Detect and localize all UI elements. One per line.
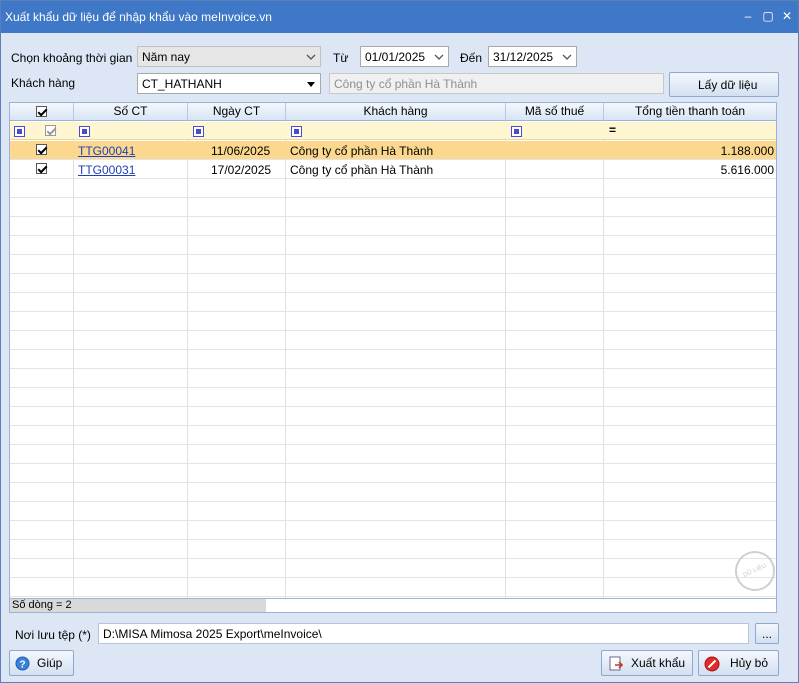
period-label: Chọn khoảng thời gian	[11, 51, 133, 65]
export-icon	[609, 656, 624, 671]
filter-operator-icon[interactable]	[14, 126, 25, 137]
empty-row	[10, 236, 776, 255]
ngay-ct-cell: 11/06/2025	[211, 144, 271, 158]
save-path-label: Nơi lưu tệp (*)	[15, 628, 91, 642]
from-label: Từ	[333, 51, 349, 65]
empty-row	[10, 369, 776, 388]
from-date-input[interactable]: 01/01/2025	[360, 46, 449, 67]
minimize-icon[interactable]: –	[741, 9, 755, 23]
khach-hang-cell: Công ty cổ phần Hà Thành	[290, 144, 434, 158]
row-count: Số dòng = 2	[10, 599, 266, 612]
maximize-icon[interactable]: ▢	[761, 9, 775, 23]
customer-code-value: CT_HATHANH	[142, 77, 222, 91]
table-row[interactable]: TTG00031 17/02/2025 Công ty cổ phần Hà T…	[10, 160, 776, 179]
help-icon: ?	[15, 656, 30, 671]
tong-tien-cell: 1.188.000	[720, 144, 774, 158]
status-bar: Số dòng = 2	[9, 598, 777, 613]
empty-row	[10, 198, 776, 217]
filter-check-icon[interactable]	[45, 125, 56, 136]
ngay-ct-cell: 17/02/2025	[211, 163, 272, 177]
empty-row	[10, 540, 776, 559]
header-select-all[interactable]	[10, 103, 74, 121]
empty-row	[10, 464, 776, 483]
empty-row	[10, 483, 776, 502]
title-bar[interactable]: Xuất khẩu dữ liệu để nhập khẩu vào meInv…	[1, 1, 798, 33]
period-value: Năm nay	[142, 50, 191, 64]
invoice-grid[interactable]: Số CT Ngày CT Khách hàng Mã số thuế Tổng…	[9, 102, 777, 599]
empty-row	[10, 388, 776, 407]
filter-operator-icon[interactable]	[193, 126, 204, 137]
save-path-value: D:\MISA Mimosa 2025 Export\meInvoice\	[103, 627, 322, 641]
browse-button[interactable]: ...	[755, 623, 779, 644]
filter-operator-icon[interactable]	[79, 126, 90, 137]
filter-equals-icon[interactable]: =	[609, 123, 616, 137]
cancel-label: Hủy bỏ	[730, 656, 769, 670]
header-ngay-ct[interactable]: Ngày CT	[188, 103, 286, 121]
empty-row	[10, 217, 776, 236]
empty-row	[10, 502, 776, 521]
empty-row	[10, 578, 776, 597]
empty-row	[10, 293, 776, 312]
table-row[interactable]: TTG00041 11/06/2025 Công ty cổ phần Hà T…	[10, 141, 776, 160]
help-button[interactable]: ? Giúp	[9, 650, 74, 676]
window-title: Xuất khẩu dữ liệu để nhập khẩu vào meInv…	[5, 10, 272, 24]
close-icon[interactable]: ✕	[780, 9, 794, 23]
from-date-value: 01/01/2025	[365, 50, 426, 64]
to-date-value: 31/12/2025	[493, 50, 554, 64]
empty-row	[10, 426, 776, 445]
tong-tien-cell: 5.616.000	[720, 163, 774, 177]
help-label: Giúp	[37, 656, 63, 670]
svg-text:?: ?	[19, 659, 25, 670]
customer-select[interactable]: CT_HATHANH	[137, 73, 321, 94]
customer-label: Khách hàng	[11, 76, 76, 90]
export-button[interactable]: Xuất khẩu	[601, 650, 693, 676]
customer-name-value: Công ty cổ phần Hà Thành	[334, 77, 478, 91]
export-label: Xuất khẩu	[631, 656, 686, 670]
row-checkbox[interactable]	[36, 144, 47, 155]
header-tong-tien[interactable]: Tổng tiền thanh toán	[604, 103, 776, 121]
header-so-ct[interactable]: Số CT	[74, 103, 188, 121]
empty-row	[10, 559, 776, 578]
empty-row	[10, 312, 776, 331]
period-select[interactable]: Năm nay	[137, 46, 321, 67]
caret-down-icon	[307, 82, 315, 87]
header-ma-so-thue[interactable]: Mã số thuế	[506, 103, 604, 121]
cancel-icon	[704, 656, 720, 672]
save-path-input[interactable]: D:\MISA Mimosa 2025 Export\meInvoice\	[98, 623, 749, 644]
empty-row	[10, 255, 776, 274]
cancel-button[interactable]: Hủy bỏ	[698, 650, 779, 676]
row-checkbox[interactable]	[36, 163, 47, 174]
empty-row	[10, 274, 776, 293]
empty-row	[10, 521, 776, 540]
header-khach-hang[interactable]: Khách hàng	[286, 103, 506, 121]
fetch-data-label: Lấy dữ liệu	[698, 77, 758, 92]
chevron-down-icon	[434, 54, 444, 60]
empty-row	[10, 350, 776, 369]
empty-row	[10, 407, 776, 426]
fetch-data-button[interactable]: Lấy dữ liệu	[669, 72, 779, 97]
filter-operator-icon[interactable]	[511, 126, 522, 137]
customer-name-field: Công ty cổ phần Hà Thành	[329, 73, 664, 94]
filter-row: =	[10, 122, 776, 140]
to-label: Đến	[460, 51, 483, 65]
browse-label: ...	[762, 626, 773, 641]
empty-row	[10, 179, 776, 198]
chevron-down-icon	[306, 54, 316, 60]
so-ct-link[interactable]: TTG00041	[78, 144, 135, 158]
select-all-checkbox[interactable]	[36, 106, 47, 117]
export-dialog: Xuất khẩu dữ liệu để nhập khẩu vào meInv…	[0, 0, 799, 683]
filter-operator-icon[interactable]	[291, 126, 302, 137]
so-ct-link[interactable]: TTG00031	[78, 163, 135, 177]
empty-row	[10, 445, 776, 464]
chevron-down-icon	[562, 54, 572, 60]
to-date-input[interactable]: 31/12/2025	[488, 46, 577, 67]
empty-row	[10, 331, 776, 350]
grid-header: Số CT Ngày CT Khách hàng Mã số thuế Tổng…	[10, 103, 776, 121]
khach-hang-cell: Công ty cổ phần Hà Thành	[290, 163, 434, 177]
